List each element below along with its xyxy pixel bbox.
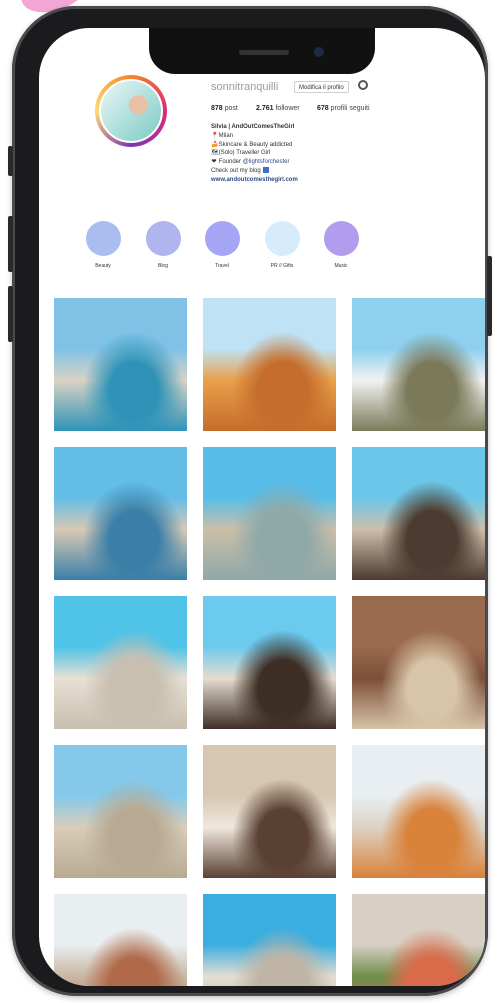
profile-avatar[interactable]: [99, 79, 163, 143]
post-girl-at-cloister[interactable]: [203, 745, 336, 878]
volume-up-button: [8, 216, 13, 272]
post-lisbon-tram-building[interactable]: [352, 745, 485, 878]
post-lisbon-elevator[interactable]: [54, 894, 187, 986]
post-selfie-belem-tower[interactable]: [352, 447, 485, 580]
profile-username: sonnitranquilli: [211, 81, 279, 93]
volume-down-button: [8, 286, 13, 342]
post-statue-sky[interactable]: [203, 894, 336, 986]
gear-icon[interactable]: [358, 80, 368, 90]
post-cloister-arches[interactable]: [352, 596, 485, 729]
cake-icon: 🍰: [211, 141, 219, 148]
post-belem-tower[interactable]: [203, 447, 336, 580]
phone-screen: sonnitranquilli Modifica il profilo 878 …: [39, 28, 485, 986]
post-lisbon-blue-building[interactable]: [54, 298, 187, 431]
highlight-circle: [204, 221, 240, 256]
stat-followers[interactable]: 2.761 follower: [256, 105, 300, 112]
bio-line-blog: Check out my blog: [211, 167, 411, 176]
bio-line-interests: 🍰 Skincare & Beauty addicted: [211, 141, 293, 148]
post-salad-plate[interactable]: [352, 894, 485, 986]
stat-posts[interactable]: 878 post: [211, 105, 238, 112]
bio-line-location: 📍 Milan: [211, 132, 234, 139]
highlight-circle: [145, 221, 181, 256]
bio-line-travel: 🗺 (Solo) Traveller Girl: [211, 150, 271, 157]
bio-name: Silvia | AndOutComesTheGirl: [211, 124, 295, 130]
profile-bio: Silvia | AndOutComesTheGirl 📍 Milan 🍰 Sk…: [211, 123, 411, 185]
speaker: [239, 50, 289, 55]
highlight-beauty[interactable]: Beauty: [83, 221, 123, 269]
highlight-music[interactable]: Music: [321, 221, 361, 269]
post-lisbon-street-building[interactable]: [54, 447, 187, 580]
bio-mention-link[interactable]: @lightsforchester: [243, 159, 290, 165]
story-highlights: Beauty Blog Travel PR // Gifts Music: [83, 221, 443, 271]
post-discoveries-monument[interactable]: [54, 596, 187, 729]
front-camera: [314, 47, 324, 57]
post-pasteis-de-belem-bag[interactable]: [352, 298, 485, 431]
arrow-down-icon: [262, 167, 269, 174]
mute-switch: [8, 146, 13, 176]
highlight-blog[interactable]: Blog: [143, 221, 183, 269]
heart-icon: ❤: [211, 159, 217, 166]
highlight-circle: [85, 221, 121, 256]
bio-line-founder: ❤ Founder @lightsforchester: [211, 159, 290, 166]
post-pastel-de-nata[interactable]: [203, 298, 336, 431]
stat-following[interactable]: 678 profili seguiti: [317, 105, 370, 112]
highlight-travel[interactable]: Travel: [202, 221, 242, 269]
phone-frame: sonnitranquilli Modifica il profilo 878 …: [8, 6, 492, 996]
edit-profile-button[interactable]: Modifica il profilo: [294, 81, 349, 93]
pin-icon: 📍: [211, 132, 219, 139]
highlight-circle: [323, 221, 359, 256]
highlight-circle: [264, 221, 300, 256]
post-selfie-jeronimos[interactable]: [203, 596, 336, 729]
map-icon: 🗺: [211, 150, 219, 157]
highlight-pr-gifts[interactable]: PR // Gifts: [262, 221, 302, 269]
website-link[interactable]: www.andoutcomesthegirl.com: [211, 176, 411, 185]
post-jeronimos-monastery[interactable]: [54, 745, 187, 878]
notch: [149, 28, 375, 74]
power-button: [487, 256, 492, 336]
